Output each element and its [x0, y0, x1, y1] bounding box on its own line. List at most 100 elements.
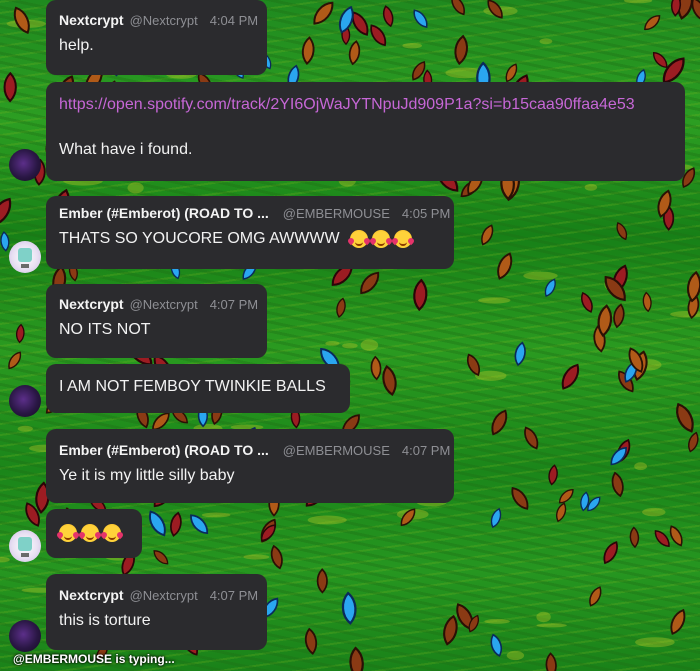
message-text: THATS SO YOUCORE OMG AWWWW	[59, 230, 340, 248]
user-avatar[interactable]	[9, 149, 41, 181]
message-bubble: Nextcrypt @Nextcrypt 4:07 PM NO ITS NOT	[46, 284, 267, 358]
leaf-shape	[349, 646, 364, 671]
leaf-shape	[558, 489, 574, 504]
timestamp: 4:07 PM	[209, 297, 259, 312]
leaf-shape	[301, 36, 315, 65]
leaf-shape	[370, 24, 387, 47]
grass-highlight	[523, 271, 558, 280]
user-avatar[interactable]	[9, 241, 41, 273]
grass-highlight	[0, 557, 10, 563]
leaf-shape	[561, 363, 580, 390]
grass-highlight	[536, 623, 567, 628]
leaf-shape	[443, 614, 458, 646]
author-handle: @Nextcrypt	[129, 588, 198, 603]
smiling-face-with-hearts-icon[interactable]	[350, 230, 369, 248]
leaf-shape	[360, 271, 380, 295]
leaf-shape	[603, 541, 618, 565]
author-handle: @EMBERMOUSE	[282, 443, 390, 458]
leaf-shape	[687, 270, 700, 303]
avatar-robot-icon	[18, 248, 32, 268]
leaf-shape	[581, 291, 593, 313]
timestamp: 4:07 PM	[209, 588, 259, 603]
leaf-shape	[490, 633, 503, 657]
leaf-shape	[341, 591, 357, 625]
message-text: What have i found.	[59, 141, 193, 158]
user-avatar[interactable]	[9, 385, 41, 417]
leaf-shape	[382, 5, 394, 28]
leaf-shape	[688, 431, 699, 453]
author-handle: @Nextcrypt	[129, 297, 198, 312]
message-bubble	[46, 509, 142, 558]
leaf-shape	[669, 525, 683, 547]
leaf-shape	[644, 15, 661, 31]
leaf-shape	[8, 351, 22, 370]
avatar-robot-icon	[18, 537, 32, 557]
leaf-shape	[556, 502, 567, 523]
grass-highlight	[536, 611, 551, 623]
timestamp: 4:07 PM	[401, 443, 451, 458]
leaf-shape	[413, 278, 428, 312]
leaf-shape	[654, 530, 670, 548]
typing-indicator: @EMBERMOUSE is typing...	[13, 652, 175, 666]
message-bubble: I AM NOT FEMBOY TWINKIE BALLS	[46, 364, 350, 413]
message-bubble: Nextcrypt @Nextcrypt 4:07 PM this is tor…	[46, 574, 267, 650]
leaf-shape	[370, 355, 382, 381]
user-avatar[interactable]	[9, 620, 41, 652]
leaf-shape	[153, 550, 169, 565]
leaf-shape	[316, 568, 328, 594]
leaf-shape	[451, 0, 465, 16]
leaf-shape	[670, 608, 686, 635]
leaf-shape	[0, 231, 10, 252]
leaf-shape	[270, 544, 283, 570]
message-bubble: Nextcrypt @Nextcrypt 4:04 PM help.	[46, 0, 267, 75]
smiling-face-with-hearts-icon[interactable]	[103, 524, 121, 542]
leaf-shape	[613, 303, 625, 329]
leaf-shape	[382, 365, 397, 396]
leaf-shape	[0, 197, 12, 227]
author-handle: @EMBERMOUSE	[282, 206, 390, 221]
author-name[interactable]: Ember (#Emberot) (ROAD TO ...	[59, 442, 269, 458]
emoji-group	[59, 524, 121, 542]
grass-highlight	[624, 0, 653, 4]
grass-highlight	[17, 425, 33, 432]
leaf-shape	[497, 252, 513, 280]
grass-highlight	[506, 650, 525, 661]
message-text: I AM NOT FEMBOY TWINKIE BALLS	[59, 378, 326, 395]
message-bubble: Ember (#Emberot) (ROAD TO ... @EMBERMOUS…	[46, 196, 454, 269]
leaf-shape	[611, 471, 624, 498]
grass-highlight	[635, 637, 675, 648]
leaf-shape	[642, 291, 652, 313]
leaf-shape	[629, 526, 640, 549]
grass-highlight	[325, 341, 340, 346]
author-name[interactable]: Ember (#Emberot) (ROAD TO ...	[59, 205, 269, 221]
leaf-shape	[514, 341, 526, 367]
grass-highlight	[584, 183, 598, 191]
message-link[interactable]: https://open.spotify.com/track/2YI6OjWaJ…	[59, 96, 672, 114]
leaf-shape	[589, 586, 602, 607]
leaf-shape	[545, 652, 557, 671]
leaf-shape	[676, 402, 694, 433]
leaf-shape	[490, 507, 502, 529]
leaf-shape	[548, 464, 558, 486]
message-text: NO ITS NOT	[59, 321, 151, 338]
grass-highlight	[243, 554, 270, 560]
author-name[interactable]: Nextcrypt	[59, 12, 124, 28]
leaf-shape	[481, 224, 494, 246]
leaf-shape	[652, 51, 668, 69]
smiling-face-with-hearts-icon[interactable]	[59, 524, 77, 542]
smiling-face-with-hearts-icon[interactable]	[81, 524, 99, 542]
author-name[interactable]: Nextcrypt	[59, 296, 124, 312]
leaf-shape	[3, 71, 17, 103]
author-name[interactable]: Nextcrypt	[59, 587, 124, 603]
leaf-shape	[413, 9, 428, 29]
user-avatar[interactable]	[9, 530, 41, 562]
smiling-face-with-hearts-icon[interactable]	[394, 230, 413, 248]
grass-highlight	[342, 343, 358, 349]
emoji-group	[350, 230, 413, 248]
leaf-shape	[304, 627, 318, 655]
leaf-shape	[511, 487, 529, 510]
smiling-face-with-hearts-icon[interactable]	[372, 230, 391, 248]
leaf-shape	[313, 1, 334, 25]
grass-highlight	[360, 339, 379, 351]
leaf-shape	[524, 426, 539, 450]
